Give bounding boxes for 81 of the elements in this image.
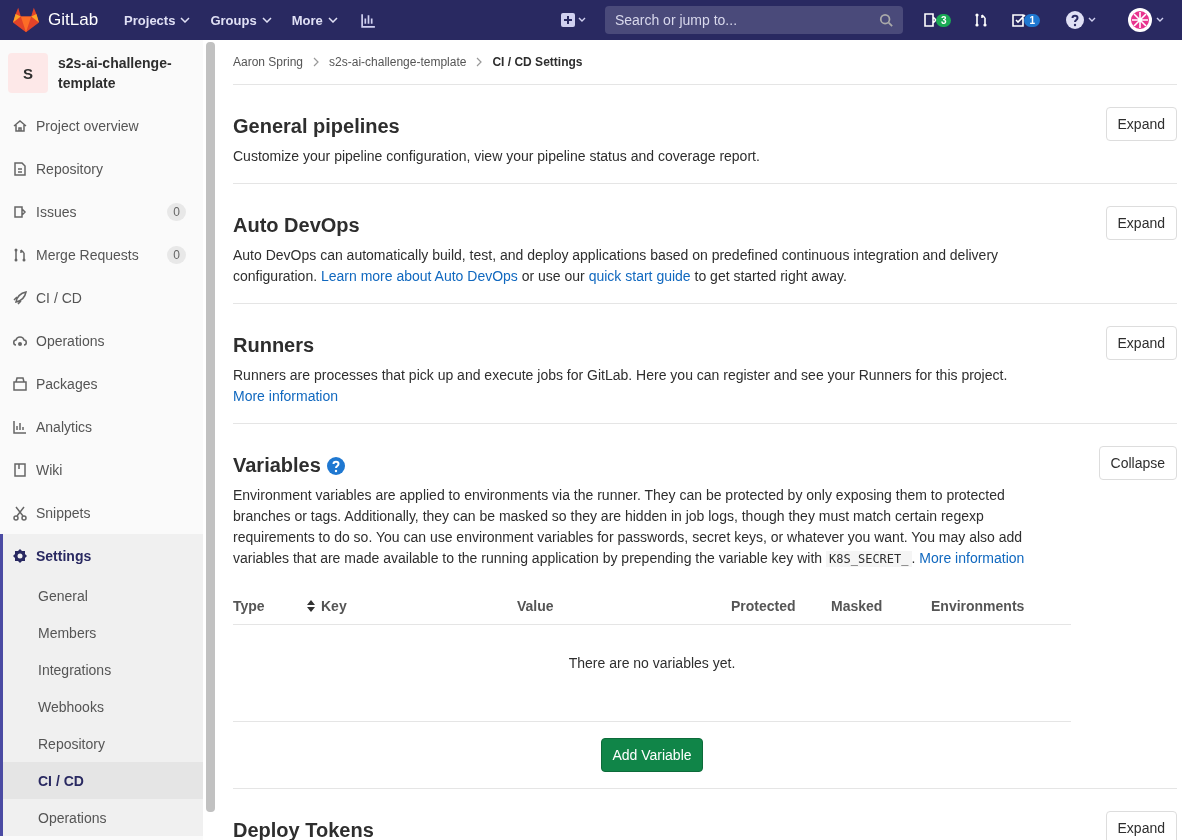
chevron-icon bbox=[313, 57, 320, 67]
help-link[interactable]: Learn more about Auto DevOps bbox=[320, 268, 518, 284]
section-toggle-button[interactable]: Collapse bbox=[1098, 446, 1177, 480]
document-icon bbox=[12, 160, 28, 177]
empty-message: There are no variables yet. bbox=[233, 625, 1071, 722]
help-icon[interactable] bbox=[326, 456, 345, 475]
sidebar-subitem[interactable]: Webhooks bbox=[3, 688, 203, 725]
sidebar-item[interactable]: CI / CD bbox=[0, 276, 203, 319]
sidebar-item[interactable]: Operations bbox=[0, 319, 203, 362]
column-header: Masked bbox=[831, 598, 884, 614]
nav-menu[interactable]: Projects bbox=[116, 8, 199, 32]
sidebar-subitem[interactable]: Operations bbox=[3, 799, 203, 836]
caret-icon bbox=[261, 17, 272, 23]
scrollbar-thumb[interactable] bbox=[206, 42, 215, 812]
sidebar-item[interactable]: Wiki bbox=[0, 448, 203, 491]
help-link[interactable]: More information bbox=[233, 388, 339, 404]
sidebar-item[interactable]: Analytics bbox=[0, 405, 203, 448]
section-title: General pipelines bbox=[233, 115, 400, 138]
merge-request-icon bbox=[12, 246, 28, 263]
help-link[interactable]: quick start guide bbox=[588, 268, 691, 284]
section-toggle-button[interactable]: Expand bbox=[1105, 326, 1177, 360]
sort-icon bbox=[307, 600, 315, 612]
section-description: Customize your pipeline configuration, view your pipeline status and coverage report. bbox=[233, 147, 761, 166]
issues-icon[interactable] bbox=[922, 12, 939, 28]
rocket-icon bbox=[12, 289, 28, 306]
book-icon bbox=[12, 461, 28, 478]
column-header: Environments bbox=[931, 598, 1026, 614]
count-badge: 1 bbox=[1024, 13, 1040, 27]
sidebar-subitem[interactable]: Integrations bbox=[3, 651, 203, 688]
count-badge: 0 bbox=[167, 202, 186, 221]
count-badge: 3 bbox=[935, 13, 952, 27]
section-description: Auto DevOps can automatically build, test, and deploy applications based on predefined continuous integration and delivery configuration. Learn more about Auto DevOps or use our quick start guide to get started right away. bbox=[233, 246, 1000, 286]
house-icon bbox=[12, 117, 28, 134]
nav-menu[interactable]: More bbox=[283, 8, 346, 32]
section-description: Environment variables are applied to environments via the runner. They can be protected by only exposing them to protected branches or tags. Additionally, they can be masked so they are hidden in job logs, though they must match certain regexp requirements to do so. You can use environment variables for passwords, secret keys, or whatever you want. You may also add variables that are made available to the running application by prepending the variable key with K8S_SECRET_ . More information bbox=[233, 486, 1026, 569]
search-icon bbox=[878, 13, 893, 27]
code-snippet: K8S_SECRET_ bbox=[826, 551, 912, 567]
scissors-icon bbox=[12, 504, 28, 521]
brand-name[interactable]: GitLab bbox=[48, 10, 99, 30]
bar-chart-icon bbox=[12, 418, 28, 435]
section-title: Runners bbox=[233, 334, 315, 357]
breadcrumb-link[interactable]: Aaron Spring bbox=[233, 55, 304, 69]
sidebar-subitem[interactable]: General bbox=[3, 577, 203, 614]
project-name[interactable]: s2s-ai-challenge-template bbox=[58, 53, 195, 93]
todo-check-icon[interactable] bbox=[1011, 12, 1028, 28]
sidebar-subitem[interactable]: CI / CD bbox=[3, 762, 203, 799]
column-header: Value bbox=[517, 598, 555, 614]
section-toggle-button[interactable]: Expand bbox=[1105, 206, 1177, 240]
breadcrumb-link[interactable]: s2s-ai-challenge-template bbox=[329, 55, 467, 69]
sidebar-item[interactable]: Issues 0 bbox=[0, 190, 203, 233]
sidebar-item[interactable]: Packages bbox=[0, 362, 203, 405]
chevron-icon bbox=[476, 57, 483, 67]
fox-logo-icon[interactable] bbox=[12, 7, 40, 33]
section-title: Auto DevOps bbox=[233, 214, 360, 237]
sidebar-item[interactable]: Project overview bbox=[0, 104, 203, 147]
gear-icon bbox=[12, 547, 28, 564]
column-header: Type bbox=[233, 598, 266, 614]
sidebar-item[interactable]: Snippets bbox=[0, 491, 203, 534]
column-header[interactable]: Key bbox=[307, 598, 517, 614]
sidebar-item[interactable]: Repository bbox=[0, 147, 203, 190]
breadcrumb-link[interactable]: CI / CD Settings bbox=[492, 55, 583, 69]
help-link[interactable]: More information bbox=[919, 550, 1025, 566]
sidebar-subitem[interactable]: Repository bbox=[3, 725, 203, 762]
nav-menu[interactable]: Groups bbox=[202, 8, 280, 32]
project-avatar[interactable]: S bbox=[8, 53, 48, 93]
section-toggle-button[interactable]: Expand bbox=[1105, 107, 1177, 141]
section-toggle-button[interactable]: Expand bbox=[1105, 811, 1177, 840]
sidebar-item[interactable]: Merge Requests 0 bbox=[0, 233, 203, 276]
count-badge: 0 bbox=[167, 245, 186, 264]
column-header: Protected bbox=[731, 598, 797, 614]
section-title: Variables bbox=[233, 454, 321, 477]
caret-icon bbox=[180, 17, 191, 23]
caret-icon bbox=[327, 17, 338, 23]
sidebar-item[interactable]: Settings bbox=[3, 534, 203, 577]
search-field[interactable]: Search or jump to... bbox=[604, 6, 903, 34]
section-description: Runners are processes that pick up and execute jobs for GitLab. Here you can register and see your Runners for this project. More information bbox=[233, 366, 1009, 406]
package-icon bbox=[12, 375, 28, 392]
sidebar-subitem[interactable]: Members bbox=[3, 614, 203, 651]
issues-icon bbox=[12, 203, 28, 220]
add-variable-button[interactable]: Add Variable bbox=[601, 738, 703, 772]
activity-chart-icon[interactable] bbox=[359, 11, 377, 29]
